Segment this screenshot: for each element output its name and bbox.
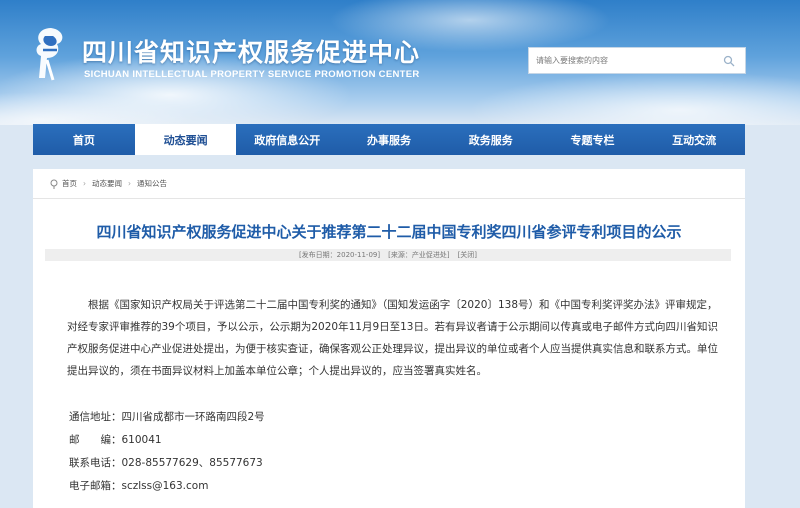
site-header: 四川省知识产权服务促进中心 SICHUAN INTELLECTUAL PROPE… xyxy=(0,0,800,125)
contact-postcode: 邮 编：610041 xyxy=(69,434,162,446)
contact-address: 通信地址：四川省成都市一环路南四段2号 xyxy=(69,411,265,423)
content-panel: 首页 › 动态要闻 › 通知公告 四川省知识产权服务促进中心关于推荐第二十二届中… xyxy=(33,169,745,508)
breadcrumb-news[interactable]: 动态要闻 xyxy=(92,178,122,189)
home-icon xyxy=(50,179,58,189)
breadcrumb-home[interactable]: 首页 xyxy=(62,178,77,189)
search-box xyxy=(528,47,746,74)
contact-email: 电子邮箱：sczlss@163.com xyxy=(69,480,209,492)
publish-date: [发布日期：2020-11-09] xyxy=(298,251,381,259)
nav-item-news[interactable]: 动态要闻 xyxy=(134,124,237,155)
site-title: 四川省知识产权服务促进中心 xyxy=(82,39,421,67)
main-nav: 首页 动态要闻 政府信息公开 办事服务 政务服务 专题专栏 互动交流 xyxy=(33,124,745,155)
nav-item-interaction[interactable]: 互动交流 xyxy=(643,124,745,155)
article-source: [来源：产业促进处] xyxy=(388,251,450,259)
nav-item-services[interactable]: 办事服务 xyxy=(338,124,440,155)
search-input[interactable] xyxy=(529,56,719,65)
breadcrumb-separator: › xyxy=(128,179,131,188)
nav-item-topics[interactable]: 专题专栏 xyxy=(542,124,644,155)
breadcrumb-separator: › xyxy=(83,179,86,188)
search-icon[interactable] xyxy=(719,51,739,71)
breadcrumb: 首页 › 动态要闻 › 通知公告 xyxy=(33,169,745,199)
close-link[interactable]: [关闭] xyxy=(458,250,477,260)
site-subtitle: SICHUAN INTELLECTUAL PROPERTY SERVICE PR… xyxy=(84,69,420,80)
breadcrumb-notices[interactable]: 通知公告 xyxy=(137,178,167,189)
article-body: 根据《国家知识产权局关于评选第二十二届中国专利奖的通知》（国知发运函字〔2020… xyxy=(67,299,718,377)
nav-item-home[interactable]: 首页 xyxy=(33,124,135,155)
nav-item-gov-info[interactable]: 政府信息公开 xyxy=(236,124,338,155)
nav-item-gov-services[interactable]: 政务服务 xyxy=(440,124,542,155)
contact-phone: 联系电话：028-85577629、85577673 xyxy=(69,457,263,469)
article-meta: [发布日期：2020-11-09] [来源：产业促进处] [关闭] xyxy=(45,249,731,261)
article-title: 四川省知识产权服务促进中心关于推荐第二十二届中国专利奖四川省参评专利项目的公示 xyxy=(96,223,682,241)
site-logo[interactable] xyxy=(31,24,71,82)
